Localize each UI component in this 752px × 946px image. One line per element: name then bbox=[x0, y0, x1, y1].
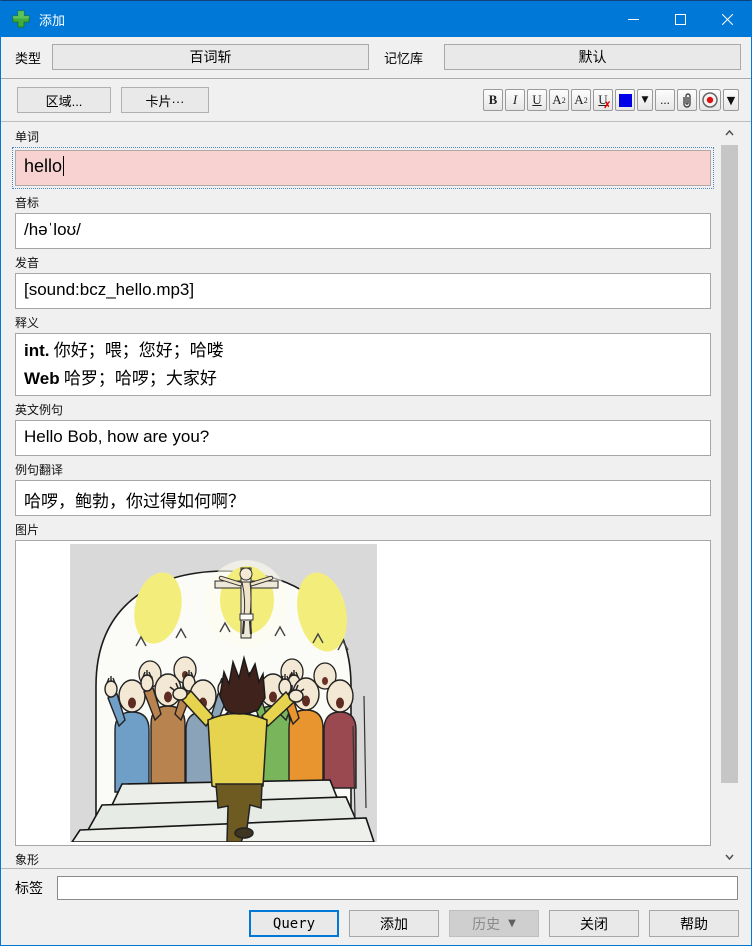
text-color-button[interactable] bbox=[615, 89, 635, 111]
footer-buttons: Query 添加 历史▼ 关闭 帮助 bbox=[1, 906, 751, 937]
word-field-focus-ring: hello bbox=[12, 147, 714, 189]
type-label: 类型 bbox=[15, 48, 41, 67]
deck-label: 记忆库 bbox=[384, 48, 423, 67]
sound-field[interactable]: [sound:bcz_hello.mp3] bbox=[15, 273, 711, 309]
fields-button[interactable]: 区域... bbox=[17, 87, 111, 113]
example-en-field-label: 英文例句 bbox=[15, 401, 751, 418]
scroll-up-button[interactable] bbox=[720, 124, 739, 142]
bold-button[interactable]: B bbox=[483, 89, 503, 111]
word-field[interactable]: hello bbox=[15, 150, 711, 186]
example-cn-field[interactable]: 哈啰，鲍勃，你过得如何啊？ bbox=[15, 480, 711, 516]
chevron-up-icon bbox=[725, 130, 734, 136]
picture-field-label: 图片 bbox=[15, 521, 751, 538]
chevron-down-icon bbox=[725, 854, 734, 860]
history-button[interactable]: 历史▼ bbox=[449, 910, 539, 937]
header-row: 类型 百词斩 记忆库 默认 bbox=[1, 37, 751, 79]
scroll-down-button[interactable] bbox=[720, 848, 739, 866]
add-note-window: 添加 类型 百词斩 记忆库 默认 区域... 卡片··· B I U A2 A2 bbox=[0, 0, 752, 946]
meaning-line-2: Web 哈罗；哈啰；大家好 bbox=[24, 365, 702, 393]
example-en-field[interactable]: Hello Bob, how are you? bbox=[15, 420, 711, 456]
text-cursor bbox=[63, 156, 64, 176]
pictograph-field-label: 象形 bbox=[15, 851, 751, 868]
tags-label: 标签 bbox=[15, 878, 43, 898]
superscript-button[interactable]: A2 bbox=[549, 89, 569, 111]
paperclip-icon bbox=[681, 92, 693, 108]
audio-dropdown-button[interactable]: ▼ bbox=[723, 89, 739, 111]
titlebar: 添加 bbox=[1, 1, 751, 37]
help-button[interactable]: 帮助 bbox=[649, 910, 739, 937]
meaning-field[interactable]: int. 你好；喂；您好；哈喽 Web 哈罗；哈啰；大家好 bbox=[15, 333, 711, 396]
church-cartoon-image bbox=[70, 544, 377, 842]
color-dropdown-button[interactable]: ▼ bbox=[637, 89, 653, 111]
cards-button[interactable]: 卡片··· bbox=[121, 87, 209, 113]
record-audio-button[interactable] bbox=[699, 89, 721, 111]
meaning-line-1: int. 你好；喂；您好；哈喽 bbox=[24, 337, 702, 365]
meaning-field-label: 释义 bbox=[15, 314, 751, 331]
vertical-scrollbar[interactable] bbox=[720, 122, 739, 868]
attach-button[interactable] bbox=[677, 89, 697, 111]
phonetic-field-label: 音标 bbox=[15, 194, 751, 211]
phonetic-field[interactable]: /həˈloʊ/ bbox=[15, 213, 711, 249]
word-field-label: 单词 bbox=[15, 128, 751, 145]
color-swatch-icon bbox=[619, 94, 632, 107]
picture-field[interactable] bbox=[15, 540, 711, 846]
subscript-button[interactable]: A2 bbox=[571, 89, 591, 111]
tags-row: 标签 bbox=[1, 869, 751, 906]
remove-format-button[interactable]: U✗ bbox=[593, 89, 613, 111]
note-type-button[interactable]: 百词斩 bbox=[52, 44, 369, 70]
window-title: 添加 bbox=[39, 10, 65, 29]
more-options-button[interactable]: ... bbox=[655, 89, 675, 111]
dropdown-arrow-icon: ▼ bbox=[508, 918, 516, 929]
italic-button[interactable]: I bbox=[505, 89, 525, 111]
add-button[interactable]: 添加 bbox=[349, 910, 439, 937]
underline-button[interactable]: U bbox=[527, 89, 547, 111]
fields-scroll-area: 单词 hello 音标 /həˈloʊ/ 发音 [sound:bcz_hello… bbox=[1, 121, 751, 869]
maximize-button[interactable] bbox=[657, 1, 704, 37]
record-icon bbox=[702, 92, 718, 108]
close-button[interactable] bbox=[704, 1, 751, 37]
red-x-icon: ✗ bbox=[603, 100, 611, 111]
close-dialog-button[interactable]: 关闭 bbox=[549, 910, 639, 937]
tools-row: 区域... 卡片··· B I U A2 A2 U✗ ▼ ... bbox=[1, 79, 751, 121]
sound-field-label: 发音 bbox=[15, 254, 751, 271]
deck-button[interactable]: 默认 bbox=[444, 44, 741, 70]
anki-add-icon bbox=[12, 10, 30, 28]
format-toolbar: B I U A2 A2 U✗ ▼ ... ▼ bbox=[483, 89, 739, 111]
scrollbar-thumb[interactable] bbox=[721, 145, 738, 783]
example-cn-field-label: 例句翻译 bbox=[15, 461, 751, 478]
query-button[interactable]: Query bbox=[249, 910, 339, 937]
minimize-button[interactable] bbox=[610, 1, 657, 37]
tags-input[interactable] bbox=[57, 876, 738, 900]
